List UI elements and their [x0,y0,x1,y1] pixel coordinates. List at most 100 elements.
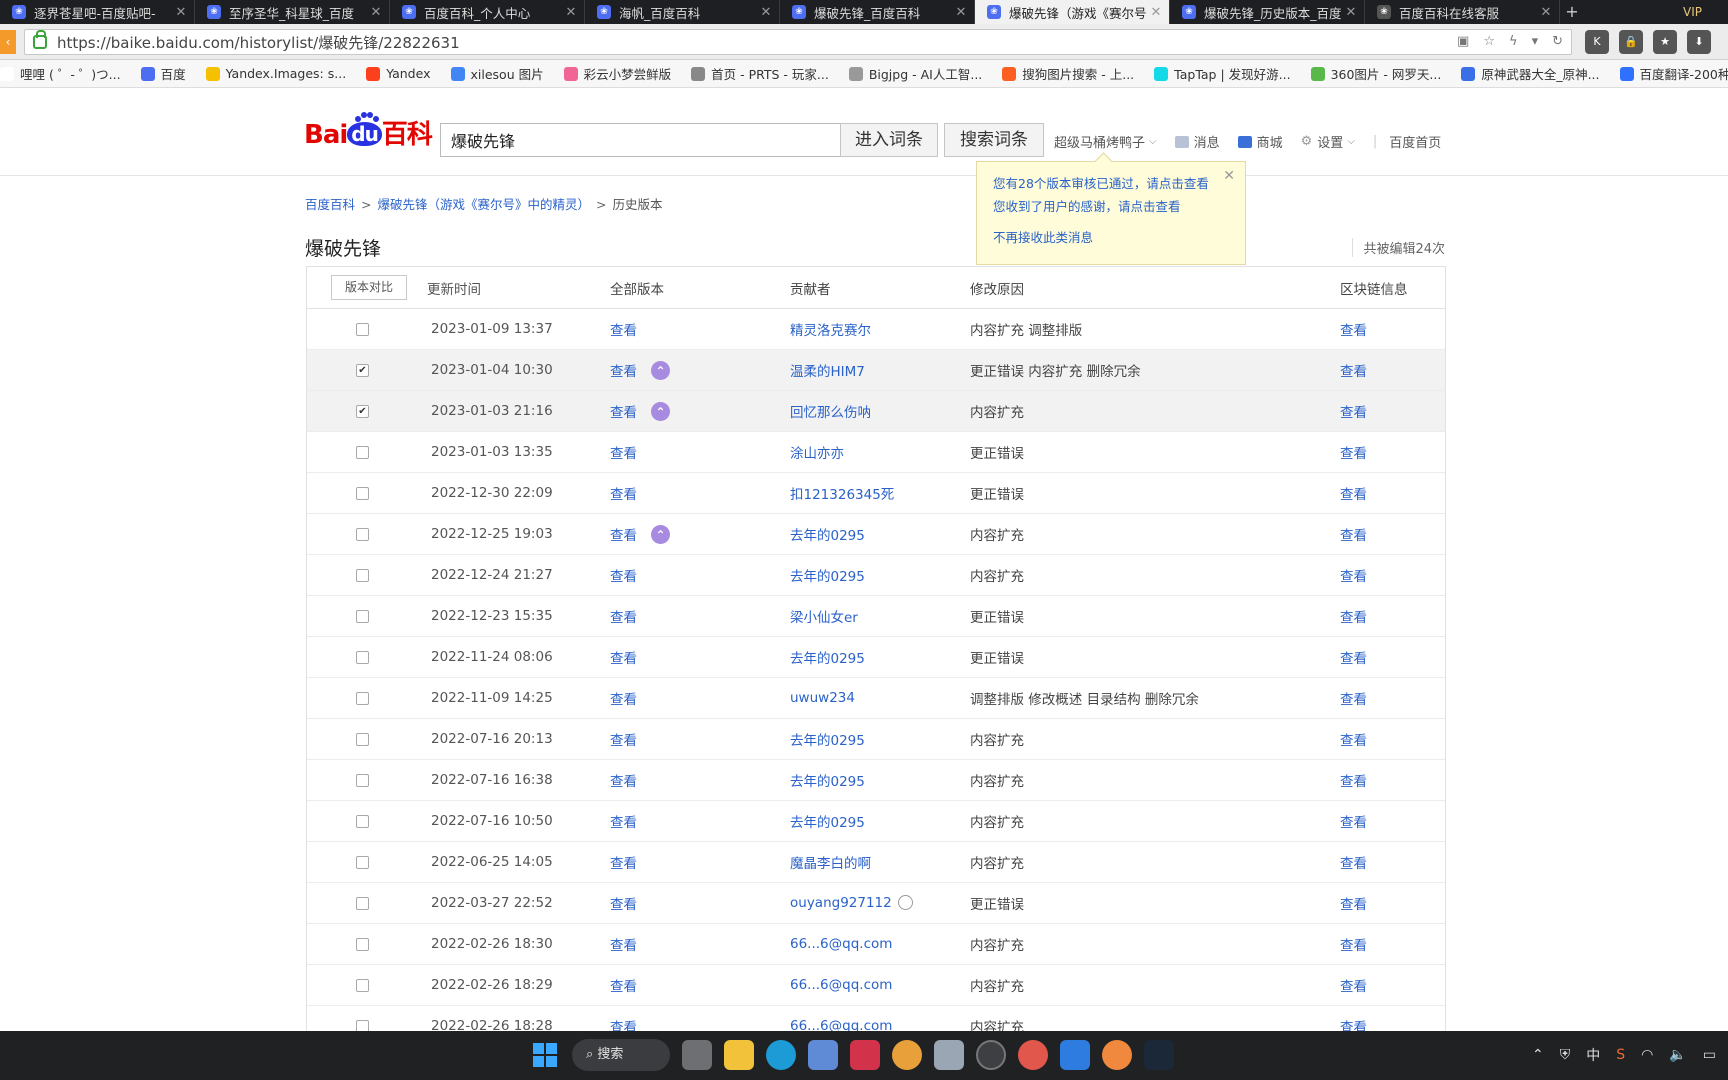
chain-view-link[interactable]: 查看 [1340,610,1367,626]
close-icon[interactable]: ✕ [172,5,190,20]
chain-view-link[interactable]: 查看 [1340,528,1367,544]
row-checkbox[interactable] [356,650,369,664]
browser-tab[interactable]: ❀ 爆破先锋_历史版本_百度 ✕ [1170,0,1365,24]
settings-menu[interactable]: ⚙ 设置 ⌵ [1301,132,1355,151]
row-checkbox[interactable] [356,855,369,869]
view-version-link[interactable]: 查看 [610,565,637,585]
new-tab-button[interactable]: + [1560,0,1584,24]
chain-view-link[interactable]: 查看 [1340,446,1367,462]
close-icon[interactable]: ✕ [1342,5,1360,20]
view-version-link[interactable]: 查看 [610,1016,637,1031]
bookmark-item[interactable]: 首页 - PRTS - 玩家... [691,64,829,83]
contributor-link[interactable]: 去年的0295 [790,733,865,749]
contributor-link[interactable]: 去年的0295 [790,651,865,667]
row-checkbox[interactable] [356,1019,369,1031]
chain-view-link[interactable]: 查看 [1340,856,1367,872]
contributor-link[interactable]: 去年的0295 [790,815,865,831]
refresh-icon[interactable]: ↻ [1552,34,1563,49]
app-gear-icon[interactable] [934,1040,964,1070]
browser-tab[interactable]: ❀ 爆破先锋_百度百科 ✕ [780,0,975,24]
view-version-link[interactable]: 查看 [610,729,637,749]
chevron-up-icon[interactable]: ⌃ [1532,1047,1544,1063]
vip-badge[interactable]: VIP [1683,0,1702,24]
view-version-link[interactable]: 查看 [610,647,637,667]
baidu-home-link[interactable]: 百度首页 [1389,132,1441,151]
row-checkbox[interactable] [356,568,369,582]
row-checkbox[interactable] [356,691,369,705]
app-red-icon[interactable] [850,1040,880,1070]
contributor-link[interactable]: 去年的0295 [790,528,865,544]
chain-view-link[interactable]: 查看 [1340,938,1367,954]
battery-icon[interactable]: ▭ [1703,1047,1716,1063]
breadcrumb-entry[interactable]: 爆破先锋（游戏《赛尔号》中的精灵） [378,197,591,212]
close-icon[interactable]: ✕ [757,5,775,20]
view-version-link[interactable]: 查看 [610,688,637,708]
chain-view-link[interactable]: 查看 [1340,733,1367,749]
close-icon[interactable]: ✕ [1537,5,1555,20]
browser-tab[interactable]: ❀ 百度百科在线客服 ✕ [1365,0,1560,24]
view-version-link[interactable]: 查看 [610,524,637,544]
row-checkbox[interactable] [356,732,369,746]
windows-start-icon[interactable] [530,1040,560,1070]
star-icon[interactable]: ☆ [1483,34,1495,49]
view-version-link[interactable]: 查看 [610,811,637,831]
messages-link[interactable]: 消息 [1174,132,1220,151]
extension-lock-icon[interactable]: 🔒 [1619,30,1643,54]
enter-entry-button[interactable]: 进入词条 [840,123,938,157]
close-icon[interactable]: ✕ [367,5,385,20]
notice-approved-link[interactable]: 您有28个版本审核已通过，请点击查看 [993,172,1229,195]
contributor-link[interactable]: 涂山亦亦 [790,446,844,462]
app-circle-icon[interactable] [976,1040,1006,1070]
contributor-link[interactable]: 温柔的HIM7 [790,364,865,380]
chain-view-link[interactable]: 查看 [1340,405,1367,421]
row-checkbox[interactable] [356,609,369,623]
view-version-link[interactable]: 查看 [610,483,637,503]
browser-tab[interactable]: ❀ 逐界苍星吧-百度贴吧- ✕ [0,0,195,24]
breadcrumb-root[interactable]: 百度百科 [305,197,355,212]
view-version-link[interactable]: 查看 [610,442,637,462]
url-field[interactable]: https://baike.baidu.com/historylist/爆破先锋… [24,29,1572,55]
compare-versions-button[interactable]: 版本对比 [331,275,407,300]
chain-view-link[interactable]: 查看 [1340,897,1367,913]
contributor-link[interactable]: 精灵洛克赛尔 [790,323,871,339]
close-icon[interactable]: ✕ [1147,5,1165,20]
view-version-link[interactable]: 查看 [610,934,637,954]
row-checkbox[interactable] [356,814,369,828]
lightning-icon[interactable]: ϟ [1509,34,1518,49]
close-icon[interactable]: ✕ [1223,168,1235,184]
extension-k-icon[interactable]: K [1585,30,1609,54]
chevron-down-icon[interactable]: ▾ [1532,34,1539,49]
notice-thanks-link[interactable]: 您收到了用户的感谢，请点击查看 [993,195,1229,218]
chain-view-link[interactable]: 查看 [1340,651,1367,667]
contributor-link[interactable]: uwuw234 [790,690,855,706]
contributor-link[interactable]: 66...6@qq.com [790,977,892,993]
chain-view-link[interactable]: 查看 [1340,815,1367,831]
browser-tab[interactable]: ❀ 百度百科_个人中心 ✕ [390,0,585,24]
bookmark-item[interactable]: 百度翻译-200种语... [1619,64,1728,83]
bookmark-item[interactable]: 360图片 - 网罗天... [1310,64,1441,83]
view-version-link[interactable]: 查看 [610,893,637,913]
browser-orange-icon[interactable] [1102,1040,1132,1070]
bookmark-item[interactable]: Yandex [366,66,431,81]
store-icon[interactable] [808,1040,838,1070]
wifi-icon[interactable]: ◠ [1641,1047,1653,1063]
user-menu[interactable]: 超级马桶烤鸭子 ⌵ [1054,132,1157,151]
contributor-link[interactable]: 魔晶李白的啊 [790,856,871,872]
search-input[interactable] [440,123,840,157]
chain-view-link[interactable]: 查看 [1340,323,1367,339]
chain-view-link[interactable]: 查看 [1340,1020,1367,1031]
row-checkbox[interactable] [356,937,369,951]
row-checkbox[interactable] [356,773,369,787]
app-colorwheel-icon[interactable] [1018,1040,1048,1070]
view-version-link[interactable]: 查看 [610,401,637,421]
contributor-link[interactable]: 去年的0295 [790,774,865,790]
download-icon[interactable]: ⬇ [1687,30,1711,54]
row-checkbox[interactable]: ✔ [356,363,369,377]
chrome-icon[interactable] [892,1040,922,1070]
shield-icon[interactable]: ⛨ [1560,1047,1571,1063]
browser-tab[interactable]: ❀ 至序圣华_科星球_百度 ✕ [195,0,390,24]
bookmark-item[interactable]: 百度 [140,64,186,83]
bookmark-item[interactable]: Yandex.Images: s... [205,66,346,81]
close-icon[interactable]: ✕ [952,5,970,20]
contributor-link[interactable]: ouyang927112 [790,895,892,911]
